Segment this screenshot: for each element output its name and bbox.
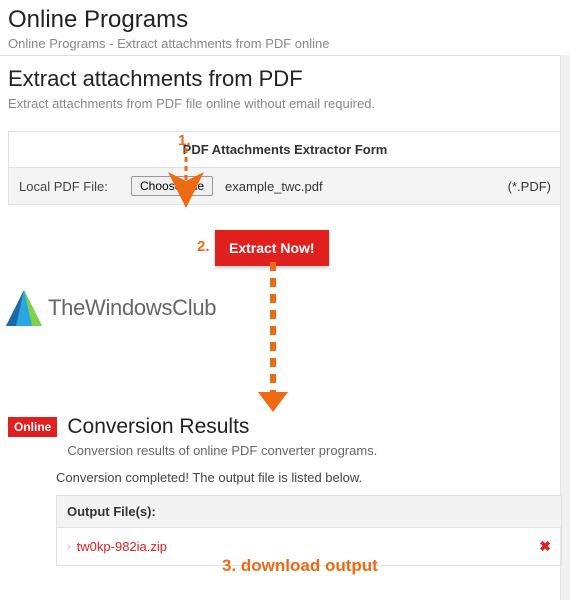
file-ext-hint: (*.PDF) xyxy=(508,179,551,194)
section-header: Extract attachments from PDF Extract att… xyxy=(0,56,570,117)
watermark: TheWindowsClub xyxy=(6,290,216,326)
extract-now-button[interactable]: Extract Now! xyxy=(215,230,329,266)
download-link[interactable]: tw0kp-982ia.zip xyxy=(77,539,167,554)
page-title: Online Programs xyxy=(8,6,562,34)
file-label: Local PDF File: xyxy=(19,179,119,194)
delete-icon[interactable]: ✖ xyxy=(539,538,551,555)
section-subtext: Extract attachments from PDF file online… xyxy=(8,96,562,111)
watermark-text: TheWindowsClub xyxy=(48,295,216,321)
conversion-status: Conversion completed! The output file is… xyxy=(56,470,562,485)
annotation-step-1: 1. xyxy=(178,132,191,149)
choose-file-button[interactable]: Choose File xyxy=(131,176,213,196)
page-header: Online Programs Online Programs - Extrac… xyxy=(0,0,570,55)
annotation-step-2: 2. xyxy=(197,238,210,255)
form-row-file: Local PDF File: Choose File example_twc.… xyxy=(9,168,561,204)
selected-file-name: example_twc.pdf xyxy=(225,179,323,194)
form-title: PDF Attachments Extractor Form xyxy=(9,132,561,168)
chevron-right-icon: › xyxy=(67,541,71,553)
thewindowsclub-logo-icon xyxy=(6,290,42,326)
online-badge: Online xyxy=(8,417,57,437)
annotation-step-3: 3. download output xyxy=(222,556,378,576)
results-subtext: Conversion results of online PDF convert… xyxy=(67,443,377,458)
section-heading: Extract attachments from PDF xyxy=(8,66,562,92)
breadcrumb: Online Programs - Extract attachments fr… xyxy=(8,36,562,51)
results-heading: Conversion Results xyxy=(67,415,377,439)
output-files-heading: Output File(s): xyxy=(57,496,561,528)
results-section: Online Conversion Results Conversion res… xyxy=(0,415,570,574)
extractor-form: PDF Attachments Extractor Form Local PDF… xyxy=(8,131,562,205)
